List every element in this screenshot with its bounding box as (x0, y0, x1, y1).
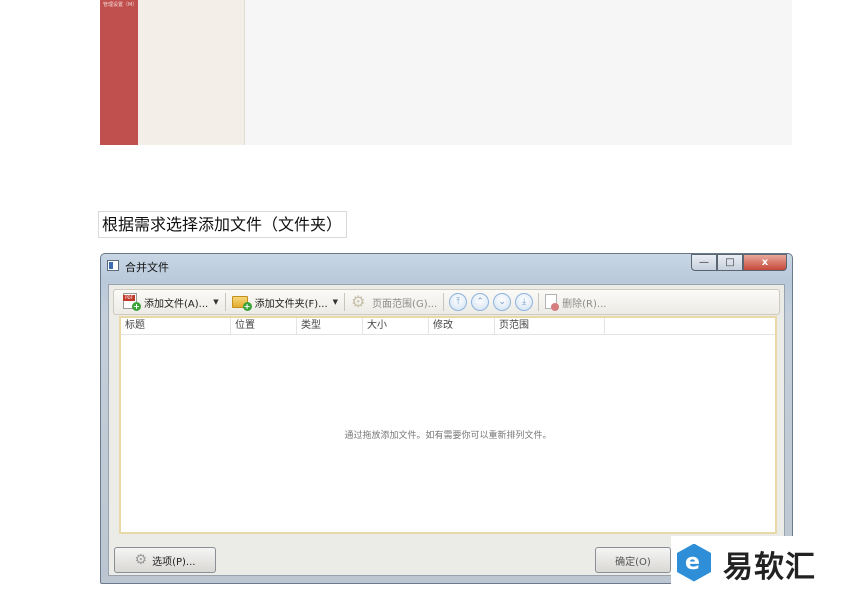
add-file-button[interactable]: + 添加文件(A)... ▼ (120, 291, 222, 313)
options-label: 选项(P)... (152, 556, 196, 568)
title-bar: 合并文件 — □ x (101, 254, 792, 278)
move-top-icon[interactable]: ⤒ (449, 293, 468, 311)
column-header-modified[interactable]: 修改 (429, 318, 495, 335)
chevron-down-icon[interactable]: ▼ (213, 298, 218, 306)
toolbar-divider (224, 293, 226, 311)
column-header-size[interactable]: 大小 (363, 318, 429, 335)
move-bottom-icon[interactable]: ⤓ (515, 293, 534, 311)
window-title: 合并文件 (125, 261, 169, 274)
gear-icon: ⚙ (134, 552, 148, 568)
caption: 根据需求选择添加文件（文件夹） (98, 211, 348, 238)
move-up-icon[interactable]: ⌃ (471, 293, 490, 311)
top-sidebar: 管理设置（M） (100, 0, 138, 145)
column-header-location[interactable]: 位置 (231, 318, 297, 335)
add-file-label: 添加文件(A)... (144, 298, 209, 310)
move-down-icon[interactable]: ⌄ (493, 293, 512, 311)
empty-list-message: 通过拖放添加文件。如有需要你可以重新排列文件。 (344, 431, 552, 441)
close-button[interactable]: x (743, 254, 787, 271)
maximize-button[interactable]: □ (717, 254, 743, 271)
window-client: + 添加文件(A)... ▼ + 添加文件夹(F)... ▼ ⚙ 页面范围(G)… (108, 284, 785, 576)
column-header-type[interactable]: 类型 (297, 318, 363, 335)
delete-label: 删除(R)... (562, 298, 607, 310)
add-folder-button[interactable]: + 添加文件夹(F)... ▼ (229, 291, 341, 313)
file-list[interactable]: 标题 位置 类型 大小 修改 页范围 通过拖放添加文件。如有需要你可以重新排列文… (119, 316, 777, 534)
file-list-header: 标题 位置 类型 大小 修改 页范围 (121, 318, 775, 335)
window-controls: — □ x (691, 254, 787, 272)
top-screenshot: 管理设置（M） (100, 0, 792, 145)
add-folder-icon: + (231, 293, 252, 311)
minimize-button[interactable]: — (691, 254, 717, 271)
toolbar-divider (344, 293, 346, 311)
ok-label: 确定(O) (615, 556, 651, 568)
toolbar: + 添加文件(A)... ▼ + 添加文件夹(F)... ▼ ⚙ 页面范围(G)… (113, 289, 780, 315)
toolbar-divider (443, 293, 445, 311)
add-folder-label: 添加文件夹(F)... (254, 298, 328, 310)
column-header-title[interactable]: 标题 (121, 318, 231, 335)
delete-button[interactable]: 删除(R)... (542, 291, 609, 313)
page-range-label: 页面范围(G)... (372, 298, 438, 310)
watermark-text: 易软汇 (723, 549, 816, 585)
delete-icon (545, 293, 560, 311)
column-header-page-range[interactable]: 页范围 (495, 318, 605, 335)
merge-files-window: 合并文件 — □ x + 添加文件(A)... ▼ + 添加文件夹(F)... … (100, 253, 793, 584)
ok-button[interactable]: 确定(O) (595, 547, 671, 573)
add-pdf-icon: + (123, 293, 141, 311)
top-sidebar-text: 管理设置（M） (103, 2, 138, 8)
gear-icon: ⚙ (351, 292, 366, 311)
watermark: e 易软汇 (671, 536, 841, 591)
watermark-logo-icon: e (675, 542, 715, 586)
options-button[interactable]: ⚙ 选项(P)... (114, 547, 216, 573)
chevron-down-icon[interactable]: ▼ (333, 298, 338, 306)
watermark-logo-letter: e (685, 549, 700, 575)
page-range-button[interactable]: ⚙ 页面范围(G)... (348, 291, 440, 313)
top-panel (138, 0, 245, 145)
toolbar-divider (538, 293, 540, 311)
app-icon (107, 260, 119, 271)
